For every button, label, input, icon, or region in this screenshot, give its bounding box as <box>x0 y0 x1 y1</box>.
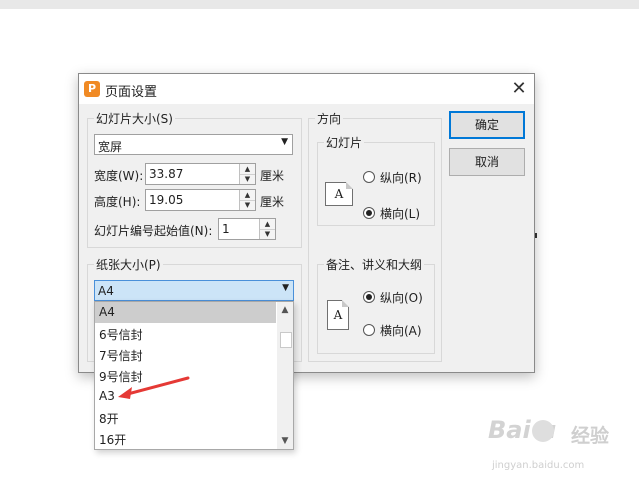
slides-landscape-label: 横向(L) <box>380 207 421 221</box>
spin-down-icon[interactable]: ▼ <box>260 229 275 239</box>
width-label: 宽度(W): <box>94 169 144 183</box>
height-stepper: ▲ ▼ <box>239 190 255 210</box>
red-arrow-icon <box>118 376 190 399</box>
paper-size-group-label: 纸张大小(P) <box>94 256 163 273</box>
width-unit: 厘米 <box>260 169 285 183</box>
start-number-label: 幻灯片编号起始值(N): <box>94 224 213 238</box>
slide-size-group-label: 幻灯片大小(S) <box>94 110 175 127</box>
landscape-page-icon: A <box>325 182 353 206</box>
chevron-down-icon: ▼ <box>281 137 288 147</box>
height-input[interactable]: 19.05 ▲ ▼ <box>145 189 256 211</box>
paper-size-selected: A4 <box>98 284 114 298</box>
slides-portrait-radio[interactable] <box>363 171 375 183</box>
spin-down-icon[interactable]: ▼ <box>240 200 255 210</box>
list-item[interactable]: 7号信封 <box>95 344 276 365</box>
paw-icon <box>532 420 554 442</box>
slides-landscape-radio[interactable] <box>363 207 375 219</box>
scrollbar-thumb[interactable] <box>280 332 292 348</box>
width-value: 33.87 <box>149 167 184 181</box>
slides-portrait-label: 纵向(R) <box>380 171 422 185</box>
notes-portrait-radio[interactable] <box>363 291 375 303</box>
list-item-label: A4 <box>99 305 115 319</box>
slides-orientation-label: 幻灯片 <box>324 134 365 151</box>
list-item[interactable]: A4 <box>95 302 276 323</box>
scroll-down-icon[interactable]: ▼ <box>277 433 293 449</box>
spin-down-icon[interactable]: ▼ <box>240 174 255 184</box>
page-icon-letter: A <box>334 187 344 201</box>
list-item-label: 7号信封 <box>99 349 143 363</box>
list-item[interactable]: 6号信封 <box>95 323 276 344</box>
cancel-button[interactable]: 取消 <box>449 148 525 176</box>
start-number-stepper: ▲ ▼ <box>259 219 275 239</box>
page-icon-letter: A <box>333 308 343 322</box>
list-item-label: 6号信封 <box>99 328 143 342</box>
watermark-jingyan: 经验 <box>571 425 610 447</box>
wps-presentation-icon: P <box>84 81 100 97</box>
notes-orientation-label: 备注、讲义和大纲 <box>324 256 425 273</box>
watermark-url: jingyan.baidu.com <box>492 460 585 471</box>
dialog-title: 页面设置 <box>105 85 158 100</box>
slide-size-selected: 宽屏 <box>98 140 123 154</box>
notes-portrait-label: 纵向(O) <box>380 291 423 305</box>
list-item-label: 16开 <box>99 433 127 447</box>
arrow-head <box>118 387 132 399</box>
baidu-jingyan-watermark: Bai u 经验 jingyan.baidu.com <box>488 416 628 474</box>
start-number-input[interactable]: 1 ▲ ▼ <box>218 218 276 240</box>
chevron-down-icon: ▼ <box>282 283 289 293</box>
portrait-page-icon: A <box>327 300 349 330</box>
height-label: 高度(H): <box>94 195 141 209</box>
list-item[interactable]: 8开 <box>95 407 276 428</box>
arrow-shaft <box>122 376 190 397</box>
orientation-group-label: 方向 <box>315 110 344 127</box>
paper-size-select[interactable]: A4 ▼ <box>94 280 294 301</box>
background-top-bar <box>0 0 639 9</box>
ok-button[interactable]: 确定 <box>449 111 525 139</box>
height-unit: 厘米 <box>260 195 285 209</box>
width-input[interactable]: 33.87 ▲ ▼ <box>145 163 256 185</box>
notes-landscape-label: 横向(A) <box>380 324 422 338</box>
width-stepper: ▲ ▼ <box>239 164 255 184</box>
start-number-value: 1 <box>222 222 230 236</box>
notes-landscape-radio[interactable] <box>363 324 375 336</box>
slide-size-select[interactable]: 宽屏 ▼ <box>94 134 293 155</box>
dropdown-scrollbar[interactable]: ▲ ▼ <box>277 302 293 449</box>
scroll-up-icon[interactable]: ▲ <box>277 302 293 318</box>
close-icon[interactable]: ✕ <box>507 77 531 101</box>
list-item-label: 8开 <box>99 412 119 426</box>
dialog-titlebar: P 页面设置 ✕ <box>79 74 534 104</box>
list-item[interactable]: 16开 <box>95 428 276 449</box>
height-value: 19.05 <box>149 193 184 207</box>
